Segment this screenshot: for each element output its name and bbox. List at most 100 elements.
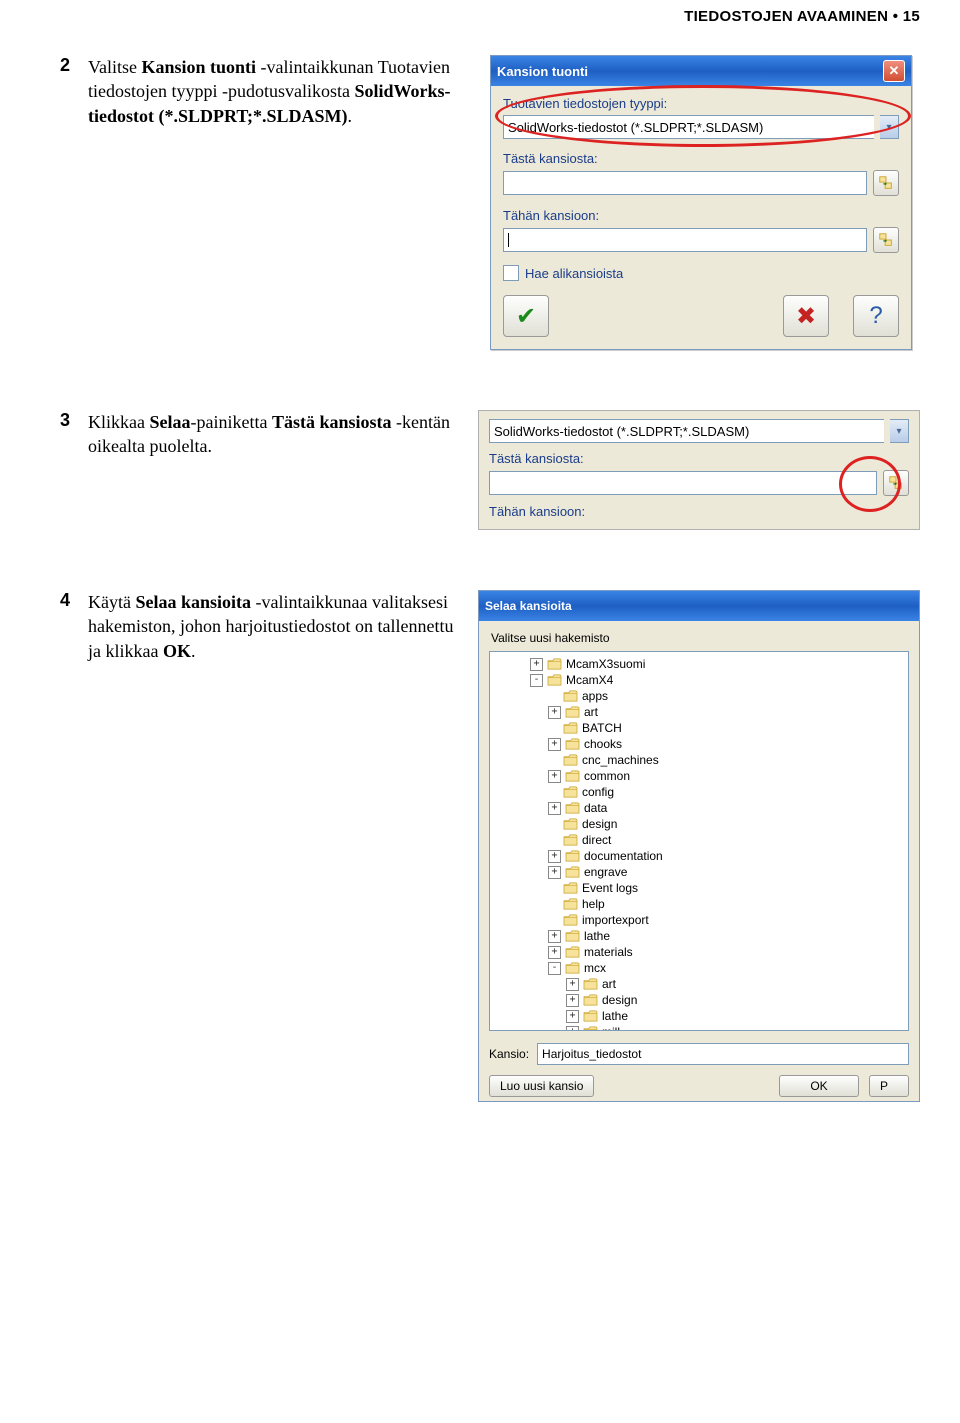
tree-item-label: cnc_machines [582,753,659,767]
tree-item-label: materials [584,945,633,959]
browse-from-button[interactable] [883,470,909,496]
tree-item-label: mcx [584,961,606,975]
tree-item[interactable]: +common [494,768,904,784]
folder-icon [547,658,562,671]
tree-item-label: art [602,977,616,991]
tree-item[interactable]: Event logs [494,880,904,896]
folder-icon [563,834,578,847]
spacer-icon [548,883,559,894]
expand-icon[interactable]: + [548,866,561,879]
collapse-icon[interactable]: - [548,962,561,975]
expand-icon[interactable]: + [566,1010,579,1023]
folder-icon [565,946,580,959]
expand-icon[interactable]: + [548,770,561,783]
expand-icon[interactable]: + [566,994,579,1007]
collapse-icon[interactable]: - [530,674,543,687]
tree-item[interactable]: + chooks [494,736,904,752]
spacer-icon [548,787,559,798]
kansio-label: Kansio: [489,1047,529,1061]
expand-icon[interactable]: + [548,802,561,815]
tree-item[interactable]: + lathe [494,928,904,944]
folder-icon [565,930,580,943]
step-number: 4 [60,590,84,611]
tree-item[interactable]: +art [494,704,904,720]
tree-item-label: data [584,801,607,815]
spacer-icon [548,755,559,766]
file-type-select[interactable]: SolidWorks-tiedostot (*.SLDPRT;*.SLDASM) [503,115,874,139]
expand-icon[interactable]: + [548,946,561,959]
tree-item-label: config [582,785,614,799]
kansio-input[interactable]: Harjoitus_tiedostot [537,1043,909,1065]
tree-item-label: McamX4 [566,673,613,687]
tree-item[interactable]: design [494,816,904,832]
label-from-folder: Tästä kansiosta: [503,151,899,166]
tree-item[interactable]: cnc_machines [494,752,904,768]
subfolders-checkbox[interactable] [503,265,519,281]
cancel-button[interactable]: ✖ [783,295,829,337]
folder-icon [563,754,578,767]
folder-icon [565,866,580,879]
step-number: 3 [60,410,84,431]
tree-item[interactable]: +engrave [494,864,904,880]
tree-item-label: apps [582,689,608,703]
cancel-button[interactable]: P [869,1075,909,1097]
tree-item-label: Event logs [582,881,638,895]
tree-item-label: chooks [584,737,622,751]
close-button[interactable]: ✕ [883,60,905,82]
tree-item-label: mill [602,1025,620,1031]
expand-icon[interactable]: + [548,738,561,751]
tree-item[interactable]: + art [494,976,904,992]
browse-to-button[interactable] [873,227,899,253]
spacer-icon [548,723,559,734]
label-to-folder: Tähän kansioon: [489,504,909,519]
step-4-body: Käytä Selaa kansioita -valintaikkunaa va… [88,590,458,663]
folder-icon [565,738,580,751]
folder-icon [565,706,580,719]
tree-item[interactable]: + data [494,800,904,816]
tree-item[interactable]: +lathe [494,1008,904,1024]
tree-item[interactable]: + documentation [494,848,904,864]
folder-tree[interactable]: +McamX3suomi-McamX4apps+artBATCH+chooksc… [489,651,909,1031]
tree-item[interactable]: config [494,784,904,800]
tree-item[interactable]: - mcx [494,960,904,976]
chevron-down-icon[interactable]: ▾ [880,115,899,139]
spacer-icon [548,835,559,846]
tree-item[interactable]: apps [494,688,904,704]
tree-item-label: lathe [584,929,610,943]
expand-icon[interactable]: + [548,706,561,719]
expand-icon[interactable]: + [548,850,561,863]
help-button[interactable]: ? [853,295,899,337]
tree-item[interactable]: + materials [494,944,904,960]
folder-icon [583,1026,598,1032]
folder-icon [565,850,580,863]
tree-item[interactable]: +McamX3suomi [494,656,904,672]
expand-icon[interactable]: + [530,658,543,671]
ok-button[interactable]: ✔ [503,295,549,337]
folder-icon [547,674,562,687]
from-folder-input[interactable] [489,471,877,495]
chevron-down-icon[interactable]: ▾ [890,419,909,443]
tree-item-label: documentation [584,849,663,863]
ok-button[interactable]: OK [779,1075,859,1097]
label-from-folder: Tästä kansiosta: [489,451,909,466]
browse-from-button[interactable] [873,170,899,196]
to-folder-input[interactable] [503,228,867,252]
tree-item-label: design [582,817,617,831]
tree-item[interactable]: importexport [494,912,904,928]
label-file-type: Tuotavien tiedostojen tyyppi: [503,96,899,111]
expand-icon[interactable]: + [548,930,561,943]
tree-item[interactable]: + mill [494,1024,904,1031]
tree-item[interactable]: +design [494,992,904,1008]
tree-item[interactable]: - McamX4 [494,672,904,688]
new-folder-button[interactable]: Luo uusi kansio [489,1075,594,1097]
expand-icon[interactable]: + [566,1026,579,1032]
from-folder-input[interactable] [503,171,867,195]
tree-item[interactable]: help [494,896,904,912]
tree-item[interactable]: direct [494,832,904,848]
close-icon: ✕ [889,63,900,79]
folder-icon [565,962,580,975]
expand-icon[interactable]: + [566,978,579,991]
tree-item[interactable]: BATCH [494,720,904,736]
file-type-select[interactable]: SolidWorks-tiedostot (*.SLDPRT;*.SLDASM) [489,419,884,443]
spacer-icon [548,915,559,926]
